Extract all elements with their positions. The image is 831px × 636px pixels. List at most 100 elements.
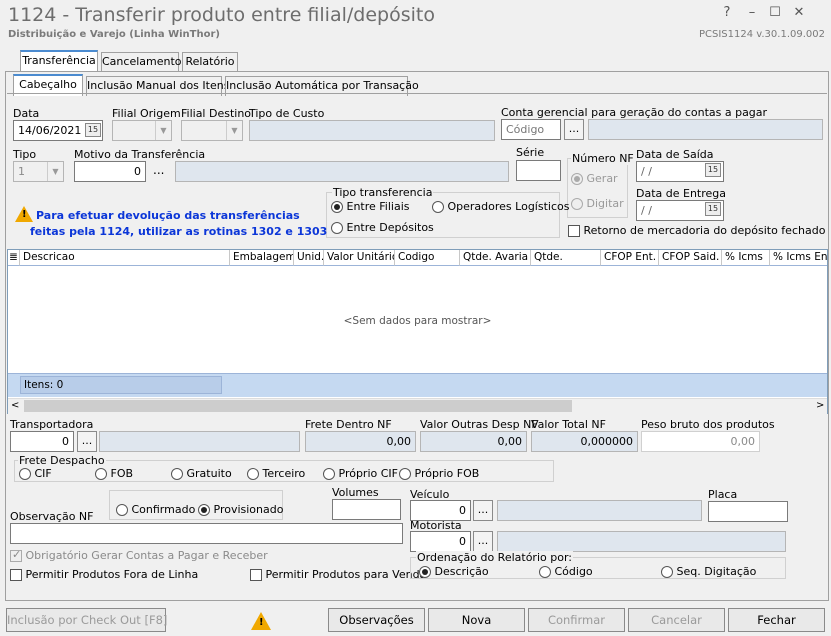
- ord-descricao-radio[interactable]: Descrição: [419, 565, 489, 578]
- frete-gratuito-radio[interactable]: Gratuito: [171, 467, 232, 480]
- transportadora-value: 0: [62, 435, 69, 448]
- retorno-checkbox[interactable]: Retorno de mercadoria do depósito fechad…: [568, 224, 825, 237]
- conta-label: Conta gerencial para geração do contas a…: [501, 106, 768, 119]
- frete-cif-label: CIF: [34, 467, 52, 480]
- close-icon[interactable]: ✕: [790, 5, 808, 21]
- tipo-custo-field[interactable]: [249, 120, 495, 141]
- radio-icon: [323, 468, 335, 480]
- col-qtde-avaria[interactable]: Qtde. Avaria: [460, 250, 531, 266]
- ord-codigo-radio[interactable]: Código: [539, 565, 593, 578]
- confirmar-button[interactable]: Confirmar: [528, 608, 625, 632]
- entre-depositos-radio[interactable]: Entre Depósitos: [331, 221, 434, 234]
- fechar-button[interactable]: Fechar: [728, 608, 825, 632]
- radio-icon: [116, 504, 128, 516]
- veiculo-search-button[interactable]: ...: [473, 500, 493, 521]
- gerar-radio[interactable]: Gerar: [571, 172, 618, 185]
- operadores-radio[interactable]: Operadores Logísticos: [432, 200, 569, 213]
- col-icms-ent[interactable]: % Icms Ent: [770, 250, 827, 266]
- tab-cancelamento[interactable]: Cancelamento: [101, 52, 182, 72]
- motorista-search-button[interactable]: ...: [473, 531, 493, 552]
- checkout-button[interactable]: Inclusão por Check Out [F8]: [6, 608, 167, 632]
- grid-header: ≣ Descricao Embalagem Unid. Valor Unitár…: [8, 250, 827, 267]
- obs-nf-label: Observação NF: [10, 510, 94, 523]
- filial-origem-select[interactable]: ▼: [112, 120, 172, 141]
- scroll-left-icon[interactable]: <: [11, 400, 19, 411]
- motorista-desc-field: [497, 531, 786, 552]
- permitir-fora-linha-checkbox[interactable]: Permitir Produtos Fora de Linha: [10, 568, 198, 581]
- transportadora-label: Transportadora: [10, 418, 94, 431]
- obs-nf-input[interactable]: [10, 523, 403, 544]
- provisionado-radio[interactable]: Provisionado: [198, 503, 283, 516]
- version-label: PCSIS1124 v.30.1.09.002: [698, 29, 825, 40]
- radio-icon: [19, 468, 31, 480]
- placa-label: Placa: [708, 488, 738, 501]
- nova-button[interactable]: Nova: [428, 608, 525, 632]
- placa-input[interactable]: [708, 501, 788, 522]
- col-codigo[interactable]: Codigo: [395, 250, 460, 266]
- col-icms[interactable]: % Icms: [722, 250, 770, 266]
- help-icon[interactable]: ?: [718, 5, 736, 21]
- frete-fob-radio[interactable]: FOB: [95, 467, 133, 480]
- tab-transferencia[interactable]: Transferência: [20, 50, 98, 72]
- minimize-icon[interactable]: –: [743, 5, 761, 21]
- maximize-icon[interactable]: ☐: [766, 5, 784, 21]
- serie-input[interactable]: [516, 160, 561, 181]
- radio-icon: [539, 566, 551, 578]
- grid-empty-text: <Sem dados para mostrar>: [343, 315, 492, 327]
- confirmado-label: Confirmado: [131, 503, 196, 516]
- ord-seq-label: Seq. Digitação: [676, 565, 757, 578]
- digitar-label: Digitar: [586, 197, 624, 210]
- transportadora-input[interactable]: 0: [10, 431, 74, 452]
- numero-nf-label: Número NF: [571, 152, 635, 165]
- motivo-search-button[interactable]: ...: [153, 163, 164, 177]
- radio-icon: [571, 173, 583, 185]
- digitar-radio[interactable]: Digitar: [571, 197, 624, 210]
- warning-line-1: Para efetuar devolução das transferência…: [36, 209, 300, 222]
- permitir-venda-checkbox[interactable]: Permitir Produtos para Venda: [250, 568, 426, 581]
- col-descricao[interactable]: Descricao: [20, 250, 230, 266]
- veiculo-input[interactable]: 0: [410, 500, 471, 521]
- frete-terceiro-radio[interactable]: Terceiro: [247, 467, 305, 480]
- entre-filiais-label: Entre Filiais: [346, 200, 410, 213]
- conta-codigo-input[interactable]: Código: [501, 119, 561, 140]
- radio-icon: [247, 468, 259, 480]
- filial-destino-select[interactable]: ▼: [181, 120, 243, 141]
- volumes-input[interactable]: [332, 499, 401, 520]
- confirmado-radio[interactable]: Confirmado: [116, 503, 195, 516]
- operadores-label: Operadores Logísticos: [447, 200, 570, 213]
- obrigatorio-checkbox[interactable]: Obrigatório Gerar Contas a Pagar e Receb…: [10, 548, 268, 562]
- motorista-input[interactable]: 0: [410, 531, 471, 552]
- frete-cif-radio[interactable]: CIF: [19, 467, 52, 480]
- col-valor-unitario[interactable]: Valor Unitário: [324, 250, 395, 266]
- cancelar-button[interactable]: Cancelar: [628, 608, 725, 632]
- frete-proprio-cif-label: Próprio CIF: [338, 467, 399, 480]
- frete-proprio-cif-radio[interactable]: Próprio CIF: [323, 467, 398, 480]
- calendar-icon[interactable]: 15: [705, 163, 721, 177]
- grid-menu-icon[interactable]: ≣: [8, 250, 20, 266]
- entre-filiais-radio[interactable]: Entre Filiais: [331, 200, 410, 213]
- col-cfop-ent[interactable]: CFOP Ent.: [601, 250, 659, 266]
- scroll-right-icon[interactable]: >: [816, 400, 824, 411]
- motivo-value: 0: [134, 165, 141, 178]
- scrollbar-thumb[interactable]: [24, 400, 572, 412]
- tab-relatorio[interactable]: Relatório: [182, 52, 238, 72]
- conta-search-button[interactable]: ...: [564, 119, 584, 140]
- observacoes-button[interactable]: Observações: [328, 608, 425, 632]
- veiculo-value: 0: [459, 504, 466, 517]
- calendar-icon[interactable]: 15: [705, 202, 721, 216]
- frete-terceiro-label: Terceiro: [262, 467, 306, 480]
- motivo-input[interactable]: 0: [74, 161, 146, 182]
- col-unid[interactable]: Unid.: [294, 250, 324, 266]
- tipo-select[interactable]: 1 ▼: [13, 161, 64, 182]
- ord-seq-radio[interactable]: Seq. Digitação: [661, 565, 756, 578]
- retorno-label: Retorno de mercadoria do depósito fechad…: [583, 224, 826, 237]
- calendar-icon[interactable]: 15: [85, 123, 101, 137]
- col-qtde[interactable]: Qtde.: [531, 250, 601, 266]
- frete-proprio-fob-radio[interactable]: Próprio FOB: [399, 467, 479, 480]
- col-cfop-said[interactable]: CFOP Said.: [659, 250, 722, 266]
- frete-proprio-fob-label: Próprio FOB: [414, 467, 480, 480]
- radio-icon: [331, 201, 343, 213]
- col-embalagem[interactable]: Embalagem: [230, 250, 294, 266]
- ordenacao-label: Ordenação do Relatório por:: [416, 551, 573, 564]
- transportadora-search-button[interactable]: ...: [77, 431, 97, 452]
